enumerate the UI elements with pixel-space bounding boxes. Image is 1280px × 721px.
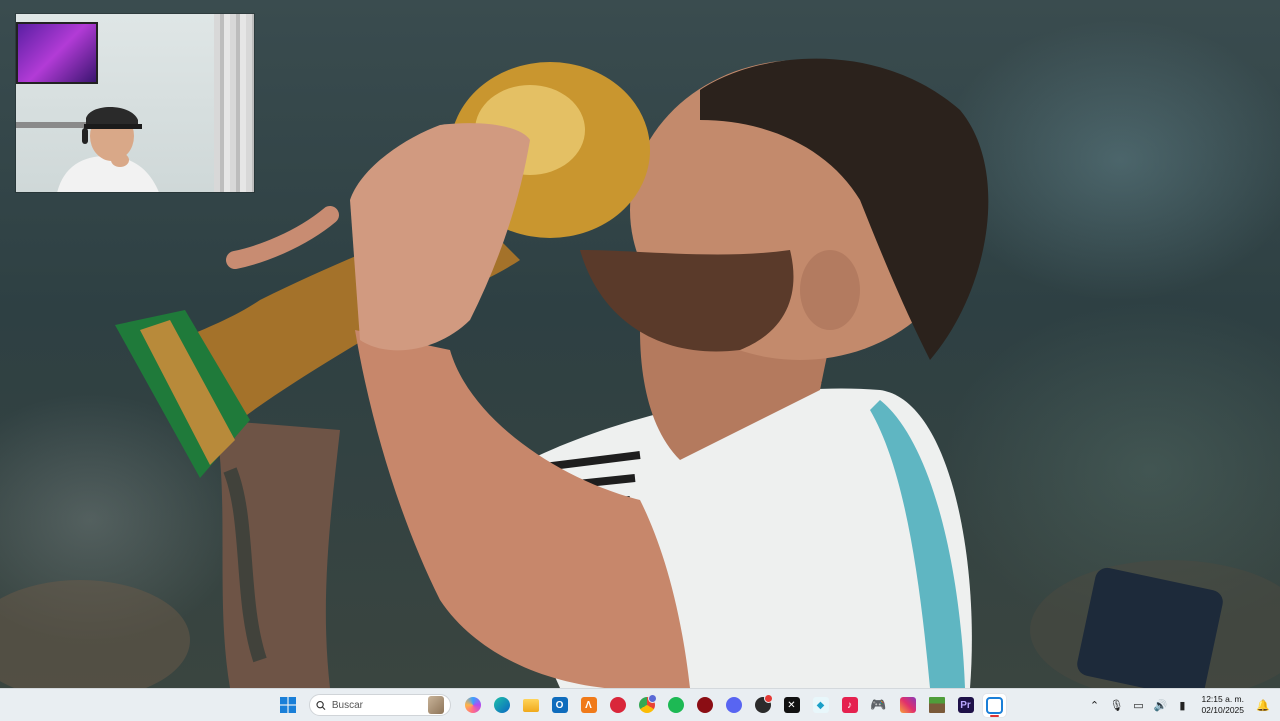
search-input[interactable] [331, 699, 422, 711]
minecraft-icon[interactable] [925, 694, 948, 717]
app-red-icon[interactable] [606, 694, 629, 717]
app-cyan-icon[interactable]: ◆ [809, 694, 832, 717]
start-button[interactable] [276, 694, 299, 717]
chrome-icon[interactable] [635, 693, 658, 717]
network-icon[interactable]: ▭ [1131, 699, 1145, 712]
edge-icon[interactable] [490, 694, 513, 717]
webcam-person [57, 106, 159, 192]
webcam-background-tv [16, 22, 98, 84]
capcut-icon[interactable]: ✕ [780, 694, 803, 717]
notification-badge [648, 693, 657, 703]
obs-icon[interactable] [983, 693, 1006, 717]
outlook-icon[interactable]: O [548, 694, 571, 717]
search-highlight-thumbnail[interactable] [427, 696, 444, 714]
app-dark-red-icon[interactable] [693, 694, 716, 717]
game-controller-icon[interactable]: 🎮 [867, 694, 890, 717]
webcam-background-curtain [214, 14, 254, 192]
recording-badge [764, 693, 773, 703]
search-icon [316, 700, 326, 710]
file-explorer-icon[interactable] [519, 694, 542, 717]
copilot-icon[interactable] [461, 694, 484, 717]
webcam-overlay [16, 14, 254, 192]
spotify-icon[interactable] [664, 694, 687, 717]
clock-date: 02/10/2025 [1201, 705, 1244, 715]
tiktok-icon[interactable]: ♪ [838, 694, 861, 717]
system-tray: ⌃ 🎙 ▭ 🔊 ▮ 12:15 a. m. 02/10/2025 🔔 [1087, 689, 1280, 721]
notifications-bell-icon[interactable]: 🔔 [1256, 699, 1270, 712]
clock[interactable]: 12:15 a. m. 02/10/2025 [1201, 694, 1244, 716]
discord-icon[interactable] [722, 694, 745, 717]
app-camera-icon[interactable] [751, 693, 774, 717]
instagram-icon[interactable] [896, 694, 919, 717]
clock-time: 12:15 a. m. [1201, 694, 1244, 704]
battery-icon[interactable]: ▮ [1175, 699, 1189, 712]
volume-icon[interactable]: 🔊 [1153, 699, 1168, 712]
taskbar-apps: O Λ ✕ ◆ ♪ [276, 689, 1006, 721]
windows-logo-icon [279, 697, 296, 713]
app-a-icon[interactable]: Λ [577, 694, 600, 717]
microphone-icon[interactable]: 🎙 [1109, 699, 1123, 712]
premiere-icon[interactable]: Pr [954, 694, 977, 717]
taskbar-search[interactable] [309, 694, 451, 716]
taskbar: O Λ ✕ ◆ ♪ [0, 688, 1280, 721]
chevron-up-icon[interactable]: ⌃ [1087, 699, 1101, 712]
